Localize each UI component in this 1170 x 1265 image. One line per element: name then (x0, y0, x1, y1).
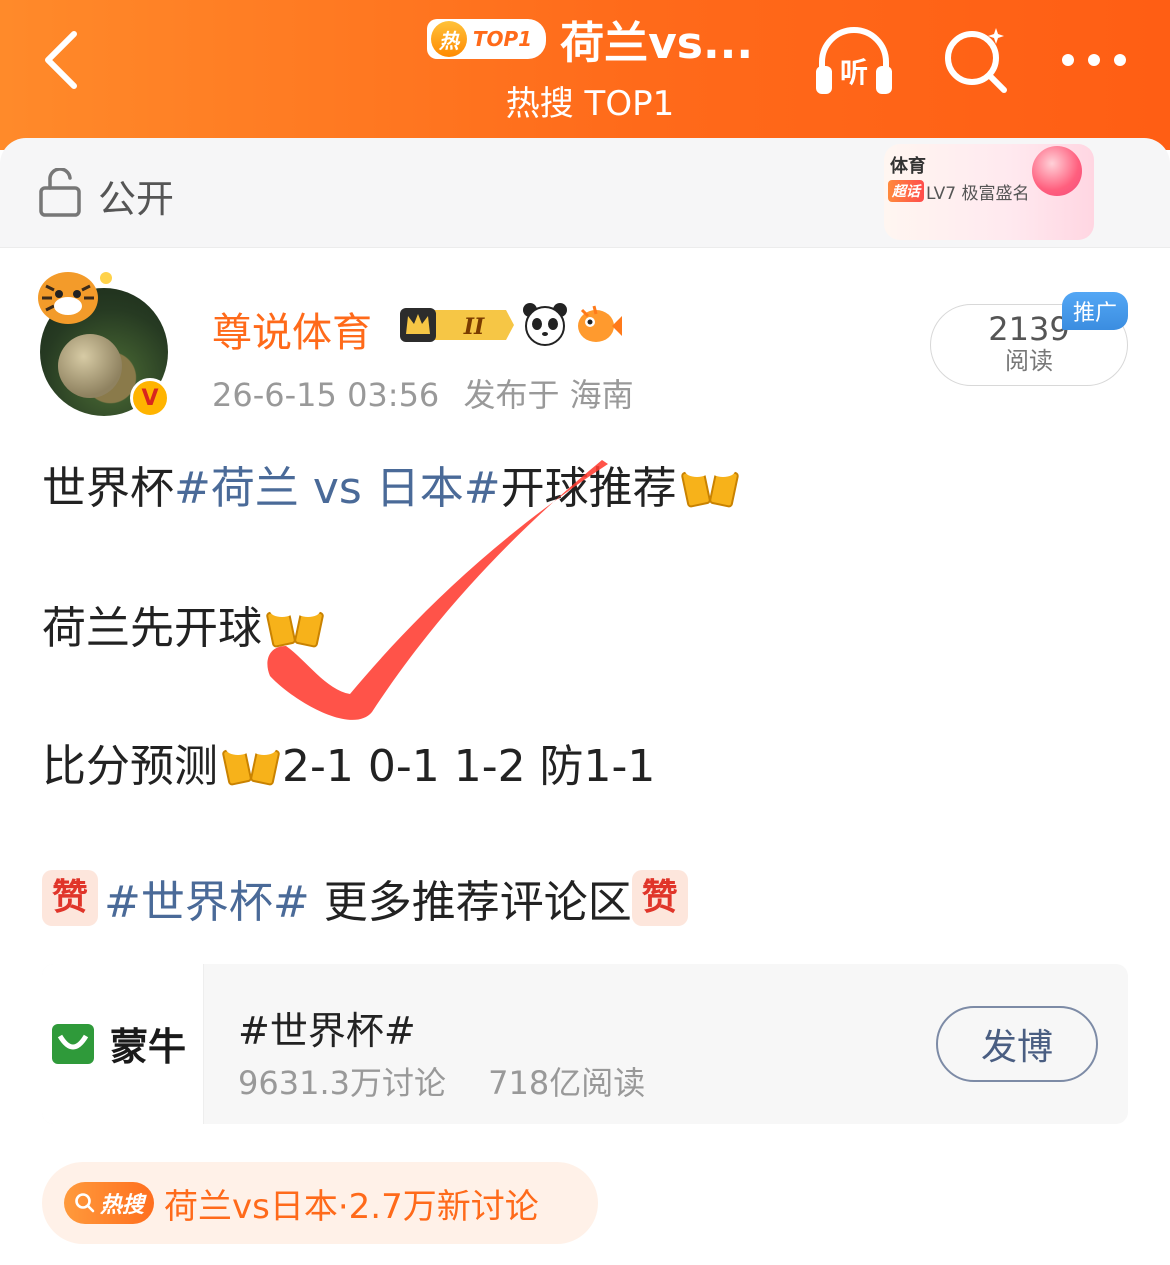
topic-discussions: 9631.3万讨论 (238, 1064, 446, 1102)
hot-search-pill[interactable]: 热搜 荷兰vs日本·2.7万新讨论 (42, 1162, 598, 1244)
read-count-label: 阅读 (1005, 347, 1053, 375)
beer-cheers-icon (222, 743, 280, 786)
hot-search-tag: 热搜 (64, 1182, 155, 1224)
author-name[interactable]: 尊说体育 (212, 300, 372, 358)
gem-icon (1032, 146, 1082, 196)
post-location: 发布于 海南 (463, 376, 634, 414)
visibility-bar: 公开 体育 超话 LV7 极富盛名 (0, 138, 1170, 248)
promote-tag[interactable]: 推广 (1062, 292, 1128, 330)
listen-label: 听 (840, 56, 868, 89)
topic-reads: 718亿阅读 (488, 1064, 646, 1102)
topic-link[interactable]: #荷兰 vs 日本# (174, 452, 501, 516)
post-meta: 26-6-15 03:56 发布于 海南 (212, 370, 648, 416)
visibility-label: 公开 (98, 177, 175, 221)
topic-link[interactable]: #世界杯# (104, 866, 310, 930)
page-title: 荷兰vs... (560, 18, 754, 69)
topic-card[interactable]: 蒙牛 #世界杯# 9631.3万讨论 718亿阅读 发博 (42, 964, 1128, 1124)
post-text: 比分预测 (42, 741, 218, 792)
header-title-block: 热 TOP1 荷兰vs... 热搜 TOP1 (395, 10, 785, 125)
hot-top-badge: 热 TOP1 (426, 19, 547, 59)
post-line-3: 比分预测 2-1 0-1 1-2 防1-1 (42, 730, 655, 794)
chevron-left-icon (45, 31, 77, 89)
hot-search-text: 荷兰vs日本·2.7万新讨论 (164, 1186, 539, 1227)
panda-icon (523, 303, 567, 346)
post-text: 荷兰先开球 (42, 603, 262, 654)
post-line-2: 荷兰先开球 (42, 592, 326, 656)
more-dots-icon (1062, 54, 1126, 66)
search-button[interactable] (936, 22, 1020, 98)
crown-level-icon: II (400, 308, 514, 342)
post-line-4: 赞 #世界杯# 更多推荐评论区 赞 (42, 866, 688, 930)
super-topic-badge[interactable]: 体育 超话 LV7 极富盛名 (884, 144, 1094, 240)
top-rank-label: TOP1 (472, 27, 533, 51)
mengniu-logo-icon: 蒙牛 (52, 1024, 186, 1069)
crown-level-label: II (463, 314, 485, 340)
brand-logo-text: 蒙牛 (110, 1024, 186, 1069)
beer-cheers-icon (680, 465, 739, 508)
topic-card-stats: 9631.3万讨论 718亿阅读 (238, 1058, 677, 1104)
headphones-icon: 听 (816, 27, 892, 94)
fish-icon (578, 305, 622, 342)
verified-badge-icon: V (130, 378, 170, 418)
super-topic-level: LV7 极富盛名 (926, 184, 1030, 204)
post-text: 世界杯 (42, 463, 174, 514)
page-subtitle: 热搜 TOP1 (505, 84, 675, 124)
post-text: 开球推荐 (500, 463, 677, 514)
more-options-button[interactable] (1052, 22, 1136, 98)
brand-logo: 蒙牛 (42, 964, 204, 1124)
fire-icon: 热 (430, 21, 467, 57)
hot-search-tag-label: 热搜 (100, 1193, 145, 1218)
super-topic-tag: 超话 (888, 180, 924, 202)
post-to-topic-button[interactable]: 发博 (936, 1006, 1098, 1082)
listen-button[interactable]: 听 (812, 22, 896, 98)
post-text: 更多推荐评论区 (309, 877, 632, 928)
football-image (58, 334, 122, 398)
back-button[interactable] (30, 28, 90, 92)
post-time: 26-6-15 03:56 (212, 376, 440, 414)
tiger-pendant-icon (38, 272, 112, 324)
post-line-1: 世界杯 #荷兰 vs 日本# 开球推荐 (42, 452, 741, 516)
search-icon (75, 1193, 95, 1213)
unlock-icon (39, 168, 81, 217)
topic-card-title: #世界杯# (238, 1009, 416, 1053)
top-nav-bar: 热 TOP1 荷兰vs... 热搜 TOP1 听 (0, 0, 1170, 150)
like-emoji-icon: 赞 (42, 870, 98, 926)
beer-cheers-icon (266, 605, 324, 648)
like-emoji-icon: 赞 (631, 870, 688, 926)
search-icon (945, 28, 1007, 93)
super-topic-title: 体育 (890, 156, 926, 177)
score-prediction: 2-1 0-1 1-2 防1-1 (282, 741, 656, 792)
